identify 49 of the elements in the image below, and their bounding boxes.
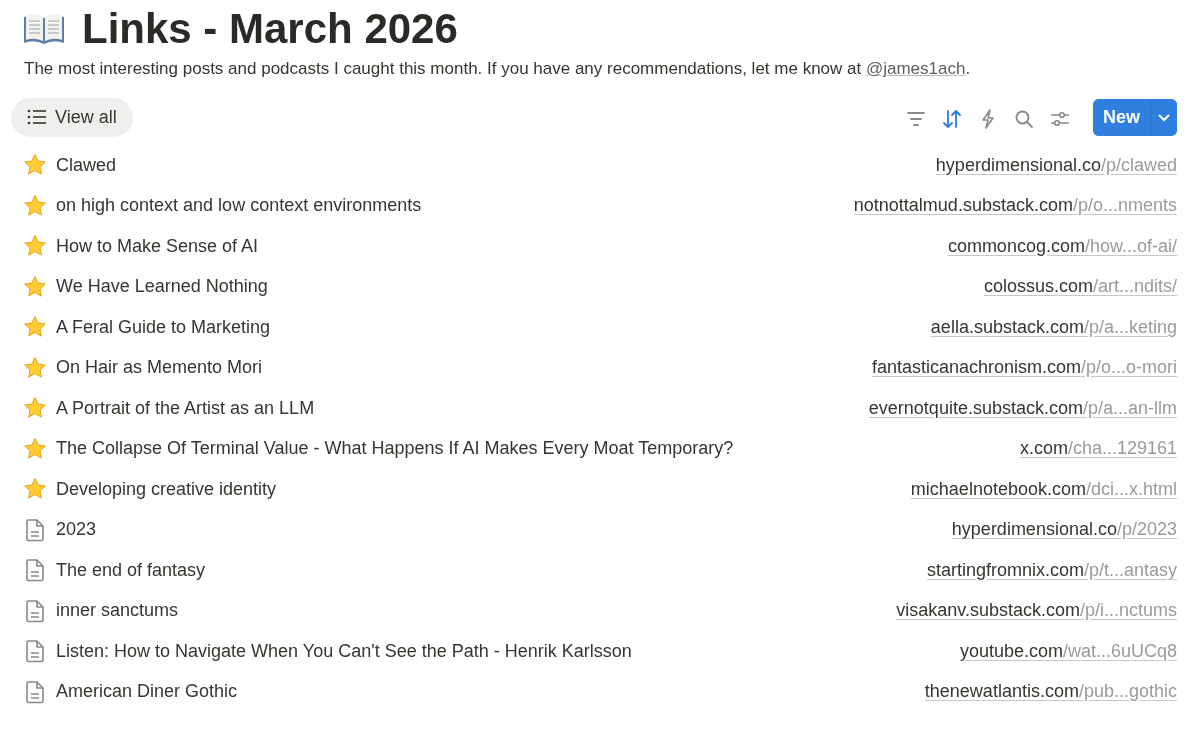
link-title[interactable]: The end of fantasy [56, 556, 927, 584]
url-link[interactable]: startingfromnix.com/p/t...antasy [926, 556, 1177, 584]
url-link[interactable]: x.com/cha...129161 [1019, 435, 1177, 463]
url-link[interactable]: youtube.com/wat...6uUCq8 [959, 637, 1177, 665]
link-title[interactable]: Listen: How to Navigate When You Can't See the Path - Henrik Karlsson [56, 637, 960, 665]
url-link[interactable]: thenewatlantis.com/pub...gothic [924, 678, 1177, 706]
url-link[interactable]: visakanv.substack.com/p/i...nctums [896, 597, 1177, 625]
link-title[interactable]: American Diner Gothic [56, 678, 925, 706]
star-icon [23, 234, 47, 259]
link-title[interactable]: Developing creative identity [56, 475, 911, 503]
handle-link[interactable]: @james1ach [865, 59, 966, 79]
link-title[interactable]: 2023 [56, 516, 952, 544]
url-link[interactable]: evernotquite.substack.com/p/a...an-llm [868, 394, 1177, 422]
url-link[interactable]: colossus.com/art...ndits/ [983, 273, 1177, 301]
link-title[interactable]: A Feral Guide to Marketing [56, 313, 931, 341]
link-title[interactable]: inner sanctums [56, 597, 897, 625]
url-link[interactable]: notnottalmud.substack.com/p/o...nments [853, 192, 1177, 220]
page-description: The most interesting posts and podcasts I caught this month. If you have any recommendations, let me know at @james1ach. [24, 58, 972, 81]
link-title[interactable]: A Portrait of the Artist as an LLM [56, 394, 869, 422]
link-title[interactable]: Clawed [56, 151, 936, 179]
star-icon [23, 477, 47, 502]
url-link[interactable]: aella.substack.com/p/a...keting [930, 313, 1177, 341]
document-icon [25, 639, 45, 664]
list-icon [27, 109, 47, 126]
document-icon [25, 517, 45, 542]
star-icon [23, 355, 47, 380]
star-icon [23, 153, 47, 178]
document-icon [25, 558, 45, 583]
link-title[interactable]: We Have Learned Nothing [56, 273, 984, 301]
new-menu-button[interactable] [1150, 98, 1177, 136]
url-link[interactable]: hyperdimensional.co/p/2023 [951, 516, 1177, 544]
star-icon [23, 315, 47, 340]
link-title[interactable]: How to Make Sense of AI [56, 232, 948, 260]
link-title[interactable]: The Collapse Of Terminal Value - What Happens If AI Makes Every Moat Temporary? [56, 435, 1020, 463]
view-all-tab[interactable]: View all [11, 97, 133, 137]
link-title[interactable]: on high context and low context environments [56, 192, 854, 220]
star-icon [23, 193, 47, 218]
url-link[interactable]: commoncog.com/how...of-ai/ [947, 232, 1177, 260]
chevron-down-icon [1157, 113, 1171, 124]
document-icon [25, 679, 45, 704]
link-title[interactable]: On Hair as Memento Mori [56, 354, 872, 382]
url-link[interactable]: hyperdimensional.co/p/clawed [935, 151, 1177, 179]
star-icon [23, 274, 47, 299]
star-icon [23, 396, 47, 421]
star-icon [23, 436, 47, 461]
url-link[interactable]: michaelnotebook.com/dci...x.html [910, 475, 1177, 503]
page-title: Links - March 2026 [82, 4, 458, 54]
url-link[interactable]: fantasticanachronism.com/p/o...o-mori [871, 354, 1177, 382]
document-icon [25, 598, 45, 623]
